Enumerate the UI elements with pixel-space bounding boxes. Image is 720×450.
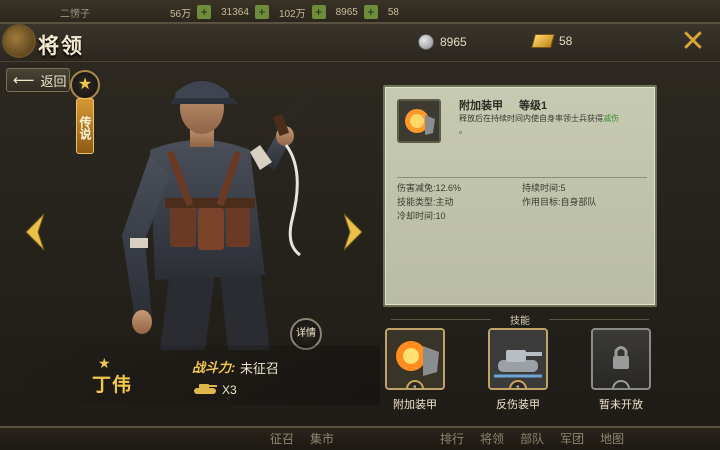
bottom-tab: 征召 (270, 431, 295, 446)
silver-display: 8965 (418, 34, 467, 50)
resource-1: 56万 + (170, 5, 212, 20)
plus-icon: + (363, 5, 378, 19)
resource-2: 31364 + (221, 5, 269, 19)
resource-5: 58 (387, 6, 399, 18)
skill-slot-counter-armor[interactable]: 1 (488, 328, 548, 390)
tank-icon (194, 384, 217, 394)
bottom-tab: 部队 (520, 431, 545, 446)
rank-label: 传说 (76, 98, 94, 154)
card-skill-description: 释放后在持续时间内使自身率领士兵获得减伤。 (459, 114, 619, 135)
next-general-button[interactable] (340, 212, 366, 252)
page-title: 将领 (38, 35, 84, 58)
skill-label-armor: 附加装甲 (393, 399, 437, 411)
skill-label-locked: 暂未开放 (599, 399, 643, 411)
skill-stats: 伤害减免:12.6% 持续时间:5 技能类型:主动 作用目标:自身部队 冷却时间… (397, 181, 647, 223)
skill-slot-armor[interactable]: 1 (385, 328, 445, 390)
close-button[interactable]: ✕ (680, 27, 706, 57)
name-block (0, 345, 380, 405)
power-value: 未征召 (240, 361, 280, 376)
stat-duration: 持续时间:5 (522, 183, 566, 193)
rank-badge: ★ 传说 (70, 70, 100, 156)
bottom-tab: 将领 (480, 431, 505, 446)
back-label: 返回 (40, 73, 67, 89)
plus-icon: + (311, 5, 326, 19)
bottom-tab: 地图 (600, 431, 625, 446)
stat-cooldown: 冷却时间:10 (397, 211, 446, 221)
gold-display: 58 (531, 34, 573, 48)
divider (397, 177, 647, 178)
gold-bar-icon (531, 34, 555, 48)
skill-label-counter-armor: 反伤装甲 (496, 399, 540, 411)
emblem-icon (2, 24, 36, 58)
stat-target: 作用目标:自身部队 (522, 197, 597, 207)
general-name: 丁伟 (92, 375, 133, 396)
skill-slot-locked[interactable] (591, 328, 651, 390)
stat-type: 技能类型:主动 (397, 197, 454, 207)
stat-reduction: 伤害减免:12.6% (397, 183, 462, 193)
silver-coin-icon (418, 34, 434, 50)
gold-amount: 58 (559, 34, 573, 48)
power-label: 战斗力: (192, 360, 236, 375)
card-skill-name: 附加装甲 (459, 100, 503, 112)
background-hud-bottom: 征召 集市 排行 将领 部队 军团 地图 (0, 426, 720, 450)
title-bar: 将领 8965 58 ✕ (0, 24, 720, 62)
bottom-tab: 军团 (560, 431, 585, 446)
skill-info-card: 附加装甲 等级1 释放后在持续时间内使自身率领士兵获得减伤。 伤害减免:12.6… (383, 85, 657, 307)
skills-header: 技能 (383, 312, 657, 327)
resource-3: 102万 + (279, 5, 326, 20)
resource-4: 8965 + (336, 5, 378, 19)
plus-icon: + (254, 5, 269, 19)
star-icon: ★ (70, 70, 100, 100)
general-portrait (122, 81, 312, 350)
card-skill-level: 等级1 (519, 100, 548, 112)
player-name: 二愣子 (60, 8, 90, 20)
background-hud-top: 二愣子 56万 + 31364 + 102万 + 8965 + 58 (0, 0, 720, 24)
silver-amount: 8965 (440, 35, 467, 49)
armor-skill-icon (397, 99, 441, 143)
bottom-tab: 集市 (310, 431, 335, 446)
arrow-left-icon: ⟵ (13, 72, 35, 89)
bottom-tab: 排行 (440, 431, 465, 446)
troop-count: X3 (222, 383, 237, 397)
back-button[interactable]: ⟵ 返回 (6, 68, 70, 92)
previous-general-button[interactable] (22, 212, 48, 252)
plus-icon: + (197, 5, 212, 19)
